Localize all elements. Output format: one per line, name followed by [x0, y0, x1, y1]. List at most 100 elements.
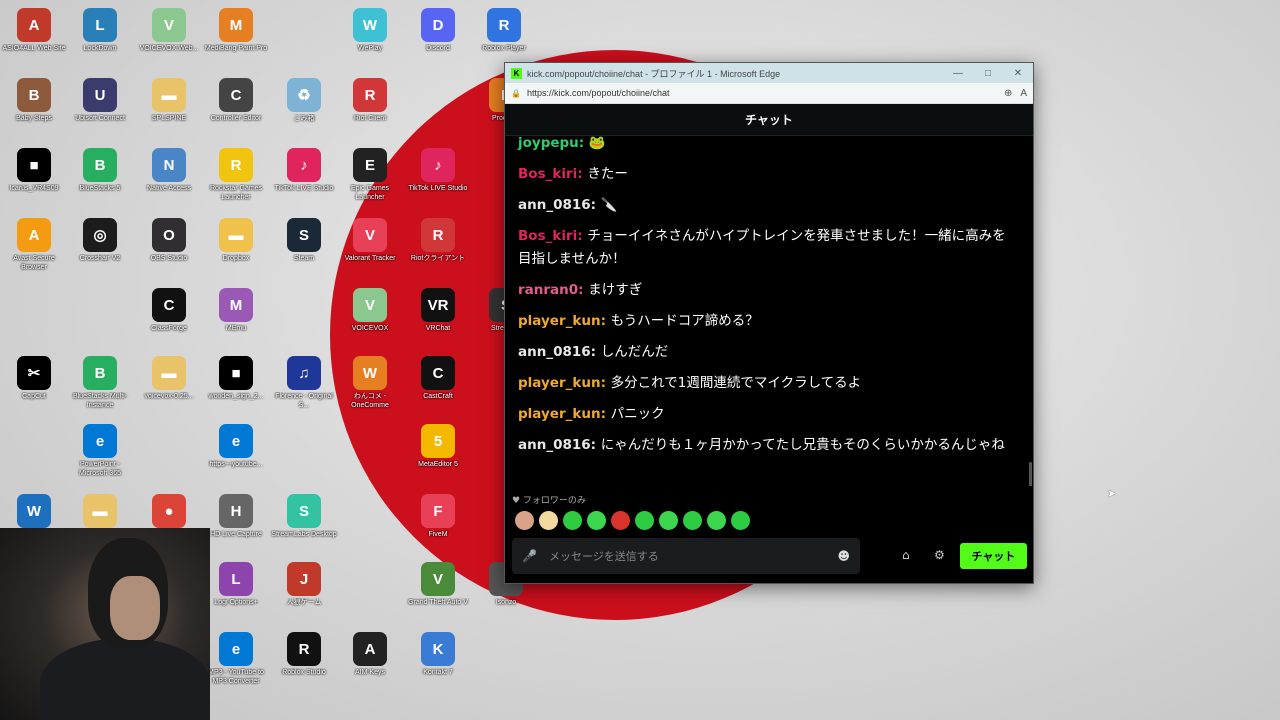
desktop-icon-label: TikTok LIVE Studio: [408, 185, 468, 192]
emote-icon[interactable]: [587, 511, 606, 530]
desktop-icon[interactable]: F FiveM: [404, 494, 472, 539]
app-icon: ▬: [152, 356, 186, 390]
desktop-icon[interactable]: A ASIO4ALL Web Site: [0, 8, 68, 53]
desktop-icon[interactable]: M MediBang Paint Pro: [202, 8, 270, 53]
window-titlebar[interactable]: K kick.com/popout/choiine/chat - プロファイル …: [505, 63, 1033, 83]
url-text[interactable]: https://kick.com/popout/choiine/chat: [527, 88, 996, 98]
desktop-icon[interactable]: ♪ TikTok LIVE Studio: [270, 148, 338, 193]
minimize-button[interactable]: —: [943, 68, 973, 79]
desktop-icon[interactable]: R Roblox Player: [470, 8, 538, 53]
zoom-icon[interactable]: ⊕: [1004, 88, 1012, 99]
chat-text: 🔪: [600, 197, 618, 213]
desktop-icon[interactable]: R Rockstar Games Launcher: [202, 148, 270, 202]
desktop-icon-label: Isonzo: [495, 599, 517, 606]
desktop-icon[interactable]: A AIM Keys: [336, 632, 404, 677]
app-icon: R: [219, 148, 253, 182]
address-bar[interactable]: 🔒 https://kick.com/popout/choiine/chat ⊕…: [505, 83, 1033, 104]
desktop-icon[interactable]: H HD Live Capture: [202, 494, 270, 539]
desktop-icon[interactable]: R Riot Client: [336, 78, 404, 123]
desktop-icon[interactable]: ▬ voicevox-0.25...: [135, 356, 203, 401]
desktop-icon[interactable]: C CastCraft: [404, 356, 472, 401]
chat-username[interactable]: Bos_kiri: [518, 166, 577, 182]
desktop-icon[interactable]: M MEmu: [202, 288, 270, 333]
chat-input-box[interactable]: 🎤 ☻: [512, 538, 860, 574]
desktop-icon[interactable]: ♫ Florence - Original S...: [270, 356, 338, 410]
chat-username[interactable]: player_kun: [518, 375, 601, 391]
desktop-icon[interactable]: S StreamLabs Desktop: [270, 494, 338, 539]
desktop-icon[interactable]: e PowerPoint - Microsoft 365: [66, 424, 134, 478]
desktop-icon[interactable]: W わんコメ - OneComme: [336, 356, 404, 410]
desktop-icon[interactable]: E Epic Games Launcher: [336, 148, 404, 202]
desktop-icon-label: OBS Studio: [150, 255, 188, 262]
maximize-button[interactable]: □: [973, 68, 1003, 79]
desktop-icon[interactable]: N Native Access: [135, 148, 203, 193]
desktop-icon[interactable]: W WePlay: [336, 8, 404, 53]
desktop-icon[interactable]: L Logi Options+: [202, 562, 270, 607]
desktop-icon[interactable]: U Ubisoft Connect: [66, 78, 134, 123]
chat-username[interactable]: ann_0816: [518, 437, 591, 453]
webcam-overlay: [0, 528, 210, 720]
desktop-icon[interactable]: B BlueStacks Multi-Instance: [66, 356, 134, 410]
emote-icon[interactable]: [611, 511, 630, 530]
desktop-icon[interactable]: B Baby Steps: [0, 78, 68, 123]
desktop-icon[interactable]: ▬ Dropbox: [202, 218, 270, 263]
desktop-icon[interactable]: ■ Icarus_VR4S09: [0, 148, 68, 193]
chat-username[interactable]: player_kun: [518, 406, 601, 422]
emote-icon[interactable]: [515, 511, 534, 530]
desktop-icon[interactable]: V Grand Theft Auto V: [404, 562, 472, 607]
lock-icon[interactable]: 🔒: [511, 89, 521, 98]
desktop-icon[interactable]: C ClassForge: [135, 288, 203, 333]
desktop-icon[interactable]: B BlueStacks 5: [66, 148, 134, 193]
desktop-icon[interactable]: J 人狼ゲーム: [270, 562, 338, 607]
desktop-icon[interactable]: R Riotクライアント: [404, 218, 472, 263]
desktop-icon[interactable]: C Controller Editor: [202, 78, 270, 123]
emote-icon[interactable]: [635, 511, 654, 530]
emote-icon[interactable]: [539, 511, 558, 530]
chat-username[interactable]: ann_0816: [518, 197, 591, 213]
desktop-icon[interactable]: ◎ Crosshair V2: [66, 218, 134, 263]
desktop-icon[interactable]: 5 MetaEditor 5: [404, 424, 472, 469]
close-button[interactable]: ✕: [1003, 68, 1033, 79]
emote-icon[interactable]: [731, 511, 750, 530]
desktop-icon[interactable]: R Roblox Studio: [270, 632, 338, 677]
desktop-icon-label: VOICEVOX: [351, 325, 389, 332]
store-icon[interactable]: ⌂: [902, 548, 910, 562]
chat-scrollbar[interactable]: [1029, 462, 1032, 486]
send-chat-button[interactable]: チャット: [960, 543, 1027, 569]
desktop-icon[interactable]: V VOICEVOX: [336, 288, 404, 333]
desktop-icon[interactable]: O OBS Studio: [135, 218, 203, 263]
chat-username[interactable]: player_kun: [518, 313, 601, 329]
desktop-icon[interactable]: ✂ CapCut: [0, 356, 68, 401]
desktop-icon[interactable]: VR VRChat: [404, 288, 472, 333]
emote-icon[interactable]: [563, 511, 582, 530]
app-icon: F: [421, 494, 455, 528]
chat-message-area[interactable]: joypepu: 🐸 Bos_kiri: きたー ann_0816: 🔪 Bos_ki…: [505, 136, 1033, 486]
app-icon: A: [17, 218, 51, 252]
read-aloud-icon[interactable]: A: [1020, 88, 1027, 99]
desktop-icon[interactable]: e MP3 - YouTube to MP3 Converter: [202, 632, 270, 686]
chat-username[interactable]: joypepu: [518, 136, 579, 151]
desktop-icon[interactable]: ♪ TikTok LIVE Studio: [404, 148, 472, 193]
emote-icon[interactable]: [683, 511, 702, 530]
chat-username[interactable]: ann_0816: [518, 344, 591, 360]
desktop-icon[interactable]: K Kontakt 7: [404, 632, 472, 677]
emote-icon[interactable]: [659, 511, 678, 530]
desktop-icon[interactable]: ♻ ごみ箱: [270, 78, 338, 123]
desktop-icon[interactable]: L LockDown: [66, 8, 134, 53]
desktop-icon[interactable]: A Avast Secure Browser: [0, 218, 68, 272]
desktop-icon[interactable]: V Valorant Tracker: [336, 218, 404, 263]
desktop-icon[interactable]: ■ wooden_sign_2...: [202, 356, 270, 401]
emoji-picker-icon[interactable]: ☻: [837, 549, 850, 563]
desktop-icon[interactable]: ▬ SPLSPINE: [135, 78, 203, 123]
desktop-icon[interactable]: D Discord: [404, 8, 472, 53]
emote-icon[interactable]: [707, 511, 726, 530]
chat-username[interactable]: Bos_kiri: [518, 228, 577, 244]
chat-message-input[interactable]: [548, 549, 838, 563]
desktop-icon[interactable]: S Steam: [270, 218, 338, 263]
microphone-icon[interactable]: 🎤: [522, 549, 537, 563]
desktop-icon-label: Dropbox: [222, 255, 250, 262]
settings-gear-icon[interactable]: ⚙: [934, 548, 945, 562]
desktop-icon[interactable]: V VOICEVOX.Web...: [135, 8, 203, 53]
chat-username[interactable]: ranran0: [518, 282, 578, 298]
desktop-icon[interactable]: e https---youtube...: [202, 424, 270, 469]
